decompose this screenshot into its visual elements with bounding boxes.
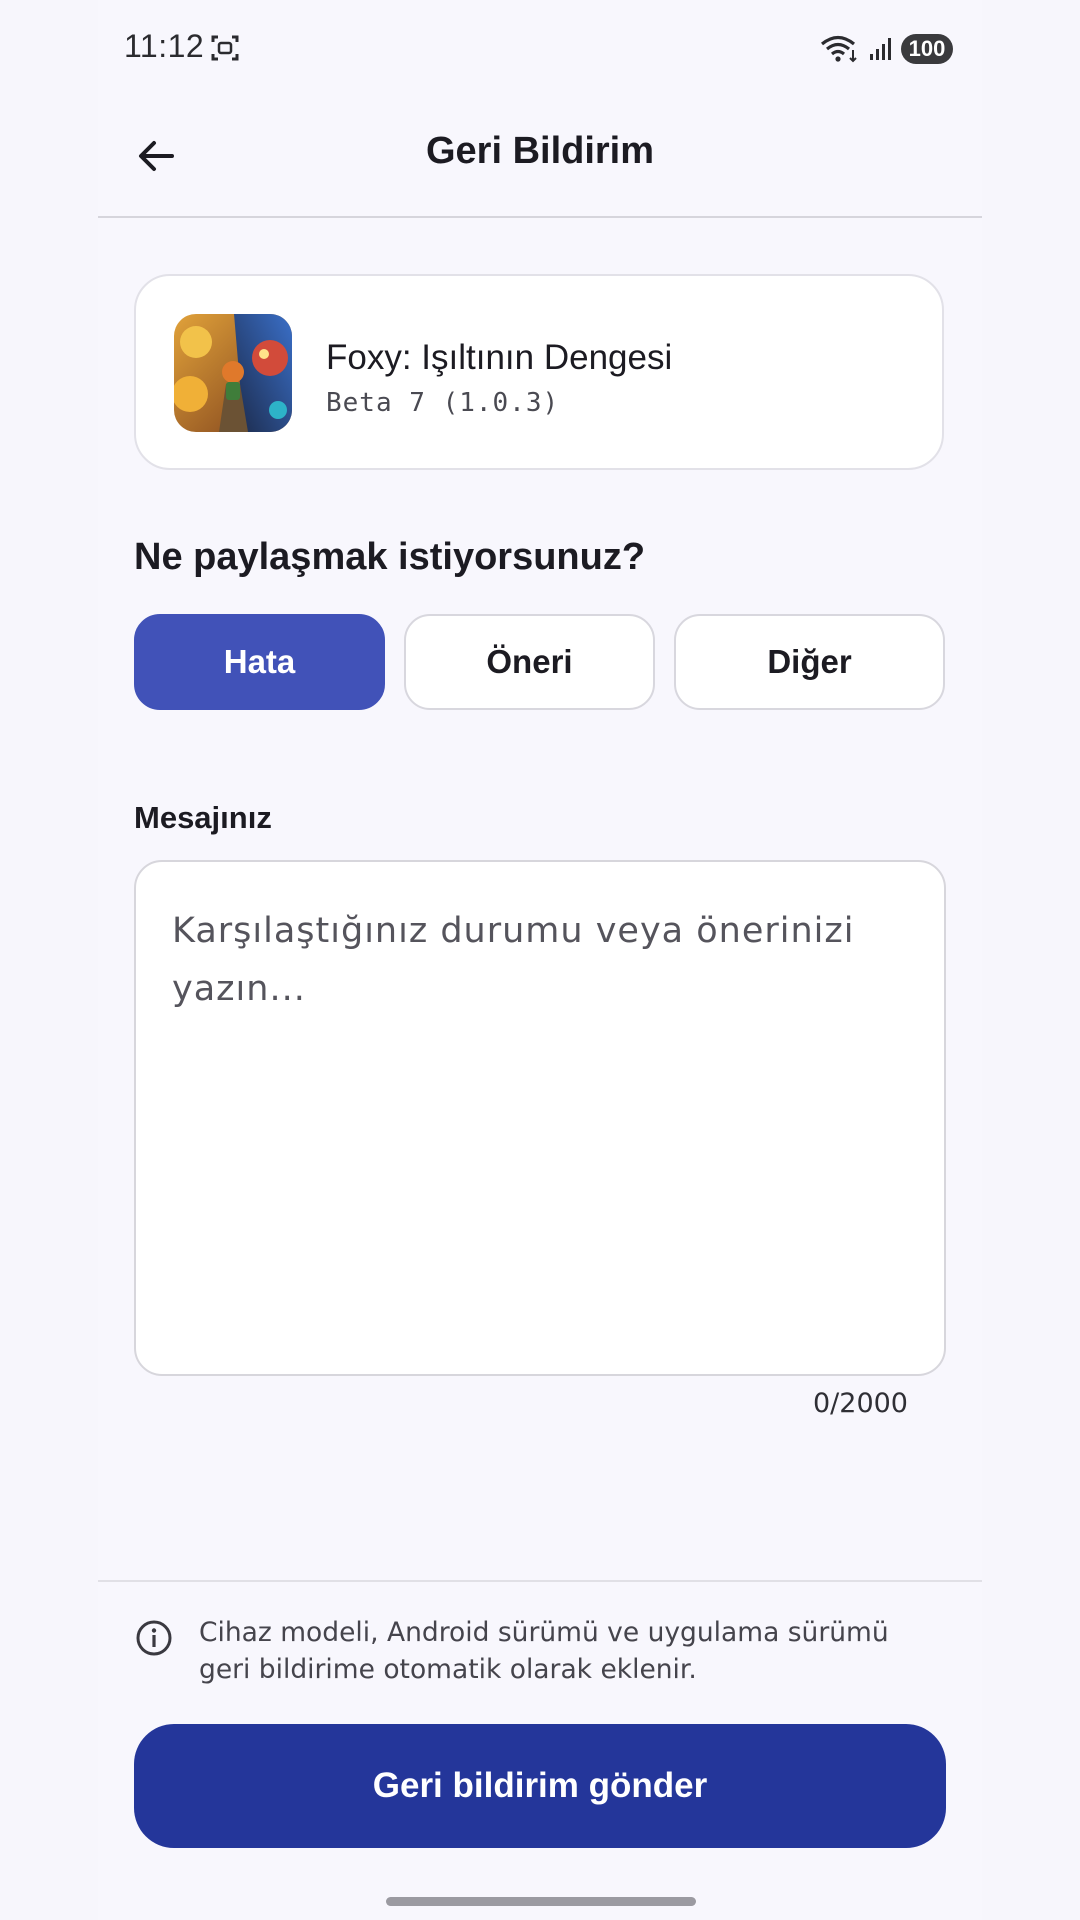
message-label: Mesajınız — [134, 800, 272, 835]
wifi-icon — [820, 35, 857, 63]
chip-hata[interactable]: Hata — [134, 614, 385, 710]
send-feedback-button[interactable]: Geri bildirim gönder — [134, 1724, 946, 1848]
app-icon — [174, 314, 292, 432]
app-name: Foxy: Işıltının Dengesi — [326, 338, 673, 377]
status-bar: 11:12 100 — [98, 0, 982, 100]
app-info-card: Foxy: Işıltının Dengesi Beta 7 (1.0.3) — [134, 274, 944, 470]
page-title: Geri Bildirim — [425, 130, 655, 172]
app-version: Beta 7 (1.0.3) — [326, 388, 560, 418]
app-bar: Geri Bildirim — [98, 100, 982, 218]
info-icon — [136, 1620, 172, 1656]
character-counter: 0/2000 — [813, 1388, 908, 1419]
home-indicator[interactable] — [386, 1897, 696, 1906]
chip-oneri[interactable]: Öneri — [404, 614, 655, 710]
feedback-screen: 11:12 100 Geri Bildirim Foxy: Işıltının … — [98, 0, 982, 1920]
signal-icon — [870, 38, 891, 60]
device-info-note: Cihaz modeli, Android sürümü ve uygulama… — [199, 1617, 889, 1685]
feedback-type-question: Ne paylaşmak istiyorsunuz? — [134, 536, 646, 578]
message-input[interactable] — [134, 860, 946, 1376]
chip-diger[interactable]: Diğer — [674, 614, 945, 710]
status-time: 11:12 — [124, 28, 205, 64]
battery-icon: 100 — [901, 34, 953, 64]
footer-divider — [98, 1580, 982, 1582]
screenshot-icon — [211, 35, 239, 61]
